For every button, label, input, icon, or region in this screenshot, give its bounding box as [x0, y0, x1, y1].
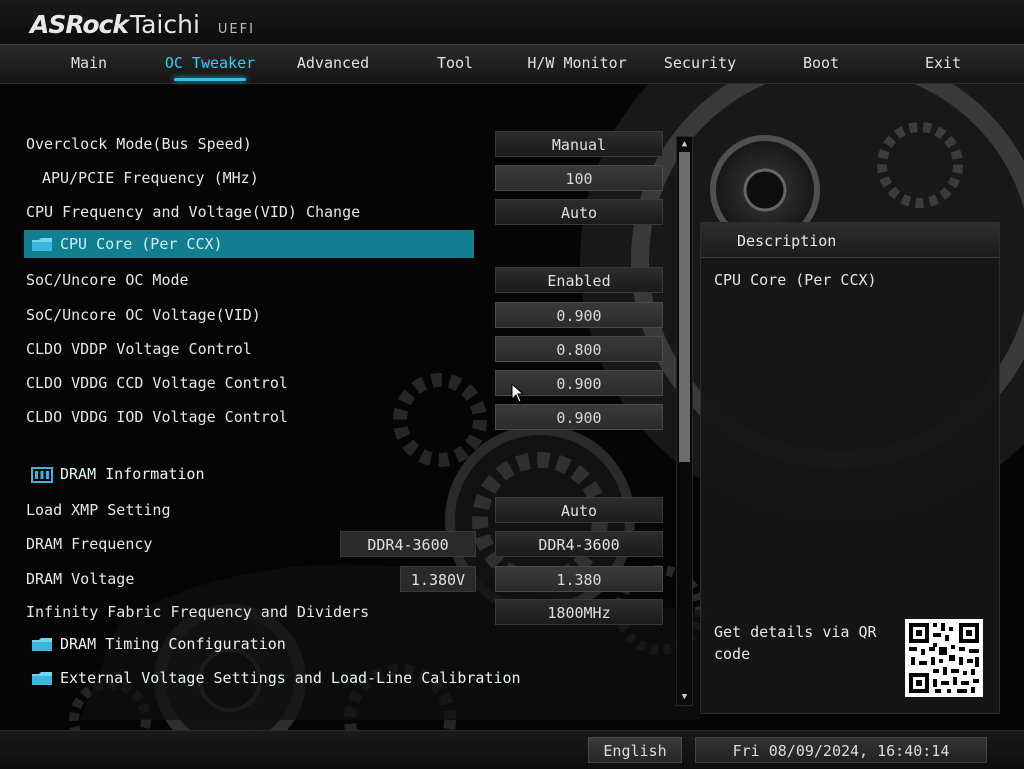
setting-label: SoC/Uncore OC Mode	[26, 271, 189, 289]
dram-voltage-current: 1.380V	[400, 566, 476, 592]
setting-label: CLDO VDDG IOD Voltage Control	[26, 408, 288, 426]
setting-label: SoC/Uncore OC Voltage(VID)	[26, 306, 261, 324]
footer-bar: English Fri 08/09/2024, 16:40:14	[0, 730, 1024, 769]
tab-hw-monitor[interactable]: H/W Monitor	[517, 45, 637, 83]
submenu-dram-timing[interactable]: DRAM Timing Configuration	[24, 630, 474, 658]
settings-scrollbar[interactable]: ▲ ▼	[676, 136, 693, 706]
setting-infinity-fabric[interactable]: Infinity Fabric Frequency and Dividers 1…	[26, 599, 676, 627]
scroll-down-icon[interactable]: ▼	[678, 691, 691, 704]
tab-oc-tweaker[interactable]: OC Tweaker	[150, 45, 270, 83]
submenu-external-voltage[interactable]: External Voltage Settings and Load-Line …	[24, 664, 521, 692]
folder-icon	[32, 238, 52, 251]
soc-oc-mode-select[interactable]: Enabled	[495, 267, 663, 293]
scroll-up-icon[interactable]: ▲	[678, 138, 691, 151]
overclock-mode-select[interactable]: Manual	[495, 131, 663, 157]
setting-cldo-vddg-ccd[interactable]: CLDO VDDG CCD Voltage Control 0.900	[26, 370, 676, 398]
cldo-vddg-iod-input[interactable]: 0.900	[495, 404, 663, 430]
folder-icon	[32, 638, 52, 651]
header-bar: ASRockTaichi UEFI	[0, 0, 1024, 44]
setting-overclock-mode[interactable]: Overclock Mode(Bus Speed) Manual	[26, 131, 676, 159]
setting-label: APU/PCIE Frequency (MHz)	[42, 169, 259, 187]
apu-pcie-frequency-input[interactable]: 100	[495, 165, 663, 191]
setting-cpu-frequency-voltage[interactable]: CPU Frequency and Voltage(VID) Change Au…	[26, 199, 676, 227]
tab-advanced[interactable]: Advanced	[273, 45, 393, 83]
setting-label: CLDO VDDP Voltage Control	[26, 340, 252, 358]
cldo-vddp-input[interactable]: 0.800	[495, 336, 663, 362]
setting-load-xmp[interactable]: Load XMP Setting Auto	[26, 497, 676, 525]
setting-label: DRAM Voltage	[26, 570, 135, 588]
description-panel: Description CPU Core (Per CCX) Get detai…	[700, 222, 1000, 714]
setting-dram-frequency[interactable]: DRAM Frequency DDR4-3600 DDR4-3600	[26, 531, 676, 559]
qr-caption: Get details via QR code	[714, 623, 877, 663]
setting-label: Load XMP Setting	[26, 501, 171, 519]
dram-voltage-input[interactable]: 1.380	[495, 566, 663, 592]
brand-model: Taichi	[129, 10, 200, 39]
qr-code-icon	[905, 619, 983, 697]
setting-label: DRAM Frequency	[26, 535, 153, 553]
setting-label: Infinity Fabric Frequency and Dividers	[26, 603, 370, 621]
submenu-label: DRAM Timing Configuration	[60, 635, 286, 653]
submenu-cpu-core-per-ccx[interactable]: CPU Core (Per CCX)	[24, 230, 474, 258]
setting-label: CPU Frequency and Voltage(VID) Change	[26, 203, 361, 221]
dram-frequency-current: DDR4-3600	[340, 531, 476, 557]
description-text: CPU Core (Per CCX)	[714, 271, 877, 289]
submenu-label: CPU Core (Per CCX)	[60, 235, 223, 253]
load-xmp-select[interactable]: Auto	[495, 497, 663, 523]
uefi-label: UEFI	[217, 22, 255, 37]
language-button[interactable]: English	[588, 737, 682, 763]
submenu-label: External Voltage Settings and Load-Line …	[60, 669, 521, 687]
soc-oc-voltage-input[interactable]: 0.900	[495, 302, 663, 328]
setting-label: CLDO VDDG CCD Voltage Control	[26, 374, 288, 392]
setting-apu-pcie-frequency[interactable]: APU/PCIE Frequency (MHz) 100	[26, 165, 676, 193]
setting-soc-oc-mode[interactable]: SoC/Uncore OC Mode Enabled	[26, 267, 676, 295]
dram-frequency-select[interactable]: DDR4-3600	[495, 531, 663, 557]
scroll-thumb[interactable]	[679, 152, 690, 462]
tab-security[interactable]: Security	[640, 45, 760, 83]
brand-name: ASRock	[30, 10, 129, 39]
datetime-display: Fri 08/09/2024, 16:40:14	[695, 737, 987, 763]
infinity-fabric-select[interactable]: 1800MHz	[495, 599, 663, 625]
description-header: Description	[701, 223, 999, 258]
folder-icon	[32, 672, 52, 685]
tab-boot[interactable]: Boot	[761, 45, 881, 83]
setting-label: Overclock Mode(Bus Speed)	[26, 135, 252, 153]
dram-module-icon	[31, 467, 53, 483]
tab-tool[interactable]: Tool	[395, 45, 515, 83]
asrock-taichi-logo: ASRockTaichi UEFI	[30, 10, 255, 39]
cpu-frequency-voltage-select[interactable]: Auto	[495, 199, 663, 225]
setting-soc-oc-voltage[interactable]: SoC/Uncore OC Voltage(VID) 0.900	[26, 302, 676, 330]
setting-cldo-vddp[interactable]: CLDO VDDP Voltage Control 0.800	[26, 336, 676, 364]
setting-dram-voltage[interactable]: DRAM Voltage 1.380V 1.380	[26, 566, 676, 594]
tab-exit[interactable]: Exit	[883, 45, 1003, 83]
main-nav: Main OC Tweaker Advanced Tool H/W Monito…	[0, 44, 1024, 84]
submenu-dram-information[interactable]: DRAM Information	[24, 460, 474, 488]
mouse-cursor-icon	[511, 383, 525, 403]
tab-main[interactable]: Main	[29, 45, 149, 83]
submenu-label: DRAM Information	[60, 465, 205, 483]
setting-cldo-vddg-iod[interactable]: CLDO VDDG IOD Voltage Control 0.900	[26, 404, 676, 432]
description-title: Description	[737, 232, 837, 250]
